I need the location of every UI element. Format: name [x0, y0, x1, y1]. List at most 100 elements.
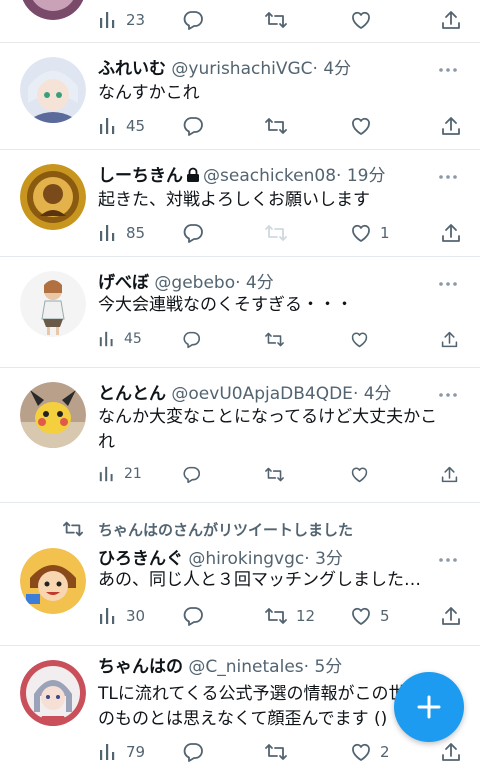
tweet-item[interactable]: ひろきんぐ @hirokingvgc· 3分 あの、同じ人と３回マッチングしまし…	[0, 540, 480, 646]
display-name[interactable]: ちゃんはの	[98, 657, 183, 677]
tweet-item[interactable]: とんとん @oevU0ApjaDB4QDE· 4分 なんか大変なことになってるけ…	[0, 368, 480, 503]
reply-icon	[183, 466, 201, 483]
retweet-context[interactable]: ちゃんはのさんがリツイートしました	[62, 516, 353, 542]
reply-button[interactable]	[182, 114, 204, 138]
heart-icon	[352, 607, 370, 625]
like-button[interactable]	[350, 462, 369, 486]
user-handle[interactable]: @yurishachiVGC	[171, 59, 312, 79]
views-button[interactable]: 30	[98, 604, 145, 628]
tweet-text: なんすかこれ	[98, 83, 200, 103]
views-button[interactable]: 23	[98, 8, 145, 32]
tweet-actions: 45	[98, 114, 466, 138]
retweet-button[interactable]	[264, 462, 285, 486]
display-name[interactable]: しーちきん	[98, 166, 183, 186]
tweet-text: TLに流れてくる公式予選の情報がこの世のものとは思えなくて顔歪んでます ()	[98, 684, 406, 729]
compose-tweet-button[interactable]	[394, 672, 464, 742]
tweet-time[interactable]: · 4分	[353, 384, 392, 404]
tweet-item[interactable]: 23	[0, 0, 480, 43]
display-name[interactable]: げべぼ	[98, 273, 149, 293]
avatar[interactable]	[20, 57, 86, 123]
tweet-actions: 30 12 5	[98, 604, 466, 628]
retweet-icon	[265, 332, 284, 346]
user-handle[interactable]: @hirokingvgc	[188, 549, 304, 569]
views-button[interactable]: 79	[98, 740, 145, 764]
reply-button[interactable]	[182, 327, 201, 351]
share-button[interactable]	[440, 114, 462, 138]
avatar[interactable]	[20, 660, 86, 726]
retweet-button[interactable]	[264, 114, 288, 138]
views-button[interactable]: 45	[98, 327, 142, 351]
heart-icon	[352, 743, 370, 761]
views-icon	[99, 466, 113, 482]
tweet-item[interactable]: しーちきん @seachicken08· 19分 起きた、対戦よろしくお願いします…	[0, 150, 480, 257]
retweet-icon	[265, 467, 284, 481]
display-name[interactable]: ふれいむ	[98, 59, 166, 79]
avatar[interactable]	[20, 382, 86, 448]
more-options-icon[interactable]	[438, 550, 458, 570]
reply-icon	[183, 607, 203, 626]
views-count: 23	[126, 11, 146, 29]
like-button[interactable]	[350, 8, 372, 32]
tweet-time[interactable]: · 5分	[304, 657, 343, 677]
avatar[interactable]	[20, 271, 86, 337]
share-button[interactable]	[440, 8, 462, 32]
user-handle[interactable]: @gebebo	[154, 273, 235, 293]
like-button[interactable]: 1	[350, 221, 390, 245]
tweet-time[interactable]: · 3分	[304, 549, 343, 569]
retweet-button[interactable]	[264, 740, 288, 764]
tweet-header: ふれいむ @yurishachiVGC· 4分	[98, 56, 432, 82]
reply-icon	[183, 224, 203, 243]
reply-button[interactable]	[182, 740, 204, 764]
retweet-icon	[265, 12, 287, 28]
more-options-icon[interactable]	[438, 60, 458, 80]
share-button[interactable]	[440, 462, 459, 486]
tweet-header: しーちきん @seachicken08· 19分	[98, 163, 432, 189]
heart-icon	[351, 467, 368, 482]
more-options-icon[interactable]	[438, 385, 458, 405]
more-options-icon[interactable]	[438, 274, 458, 294]
retweet-button[interactable]: 12	[264, 604, 315, 628]
more-options-icon[interactable]	[438, 167, 458, 187]
reply-button[interactable]	[182, 221, 204, 245]
views-button[interactable]: 85	[98, 221, 145, 245]
like-button[interactable]: 5	[350, 604, 390, 628]
tweet-item[interactable]: ふれいむ @yurishachiVGC· 4分 なんすかこれ 45	[0, 43, 480, 150]
like-button[interactable]	[350, 114, 372, 138]
user-handle[interactable]: @C_ninetales	[188, 657, 303, 677]
tweet-time[interactable]: · 4分	[313, 59, 352, 79]
retweet-button[interactable]	[264, 327, 285, 351]
share-button[interactable]	[440, 740, 462, 764]
views-count: 30	[126, 607, 146, 625]
user-handle[interactable]: @seachicken08	[203, 166, 336, 186]
reply-icon	[183, 743, 203, 762]
reply-icon	[183, 11, 203, 30]
display-name[interactable]: ひろきんぐ	[98, 549, 183, 569]
views-icon	[100, 225, 115, 241]
tweet-text: 今大会連戦なのくそすぎる・・・	[98, 295, 353, 315]
views-icon	[100, 744, 115, 760]
user-handle[interactable]: @oevU0ApjaDB4QDE	[171, 384, 353, 404]
reply-button[interactable]	[182, 604, 204, 628]
views-count: 85	[126, 224, 146, 242]
views-icon	[100, 608, 115, 624]
like-button[interactable]	[350, 327, 369, 351]
avatar[interactable]	[20, 548, 86, 614]
retweet-button[interactable]	[264, 8, 288, 32]
views-button[interactable]: 45	[98, 114, 145, 138]
reply-button[interactable]	[182, 462, 201, 486]
retweet-context-label: ちゃんはのさんがリツイートしました	[98, 520, 354, 539]
tweet-time[interactable]: · 4分	[235, 273, 274, 293]
share-icon	[442, 607, 460, 625]
display-name[interactable]: とんとん	[98, 384, 166, 404]
views-button[interactable]: 21	[98, 462, 142, 486]
like-button[interactable]: 2	[350, 740, 390, 764]
tweet-header: ちゃんはの @C_ninetales· 5分	[98, 654, 432, 680]
share-button[interactable]	[440, 327, 459, 351]
avatar[interactable]	[20, 0, 86, 20]
tweet-time[interactable]: · 19分	[336, 166, 385, 186]
share-button[interactable]	[440, 604, 462, 628]
reply-button[interactable]	[182, 8, 204, 32]
share-button[interactable]	[440, 221, 462, 245]
avatar[interactable]	[20, 164, 86, 230]
tweet-item[interactable]: げべぼ @gebebo· 4分 今大会連戦なのくそすぎる・・・ 45	[0, 257, 480, 368]
